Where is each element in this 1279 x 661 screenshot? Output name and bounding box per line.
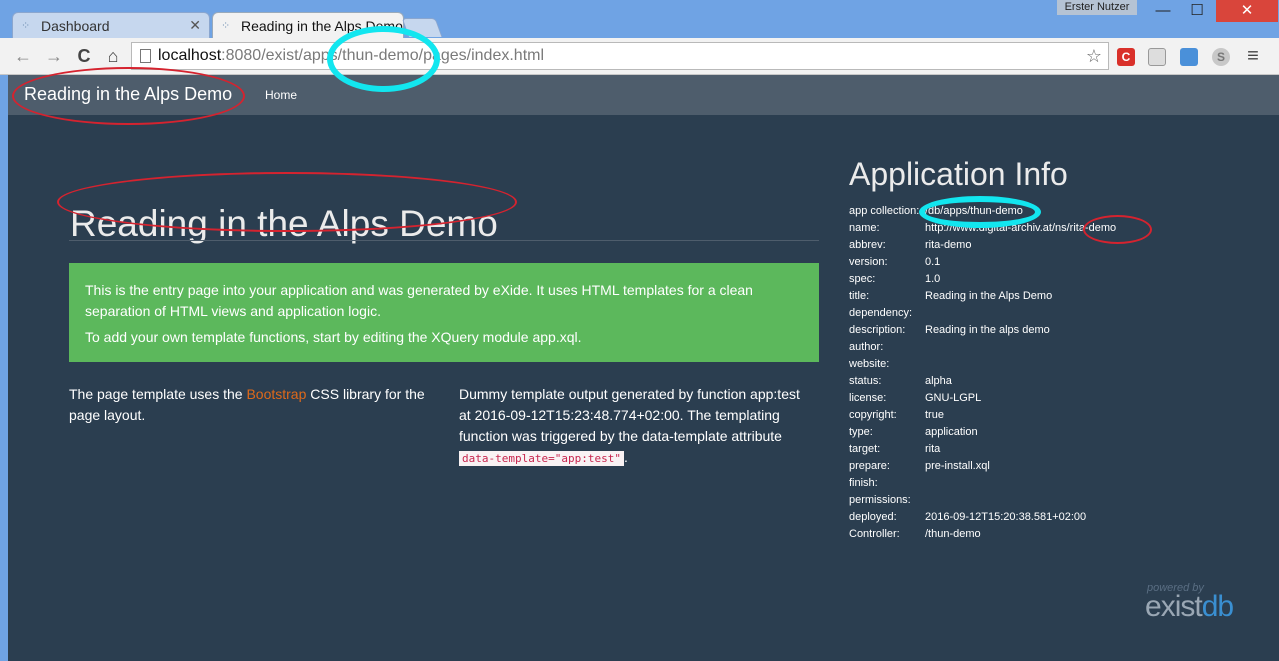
info-key: status: [849,375,882,387]
code-snippet: data-template="app:test" [459,451,624,466]
skype-icon[interactable]: S [1212,48,1230,66]
new-tab-button[interactable] [401,18,443,37]
document-extension-icon[interactable] [1148,48,1166,66]
info-row: version: 0.1 [849,256,1269,273]
info-row: author: [849,341,1269,358]
alert-text: This is the entry page into your applica… [85,282,753,319]
minimize-button[interactable]: — [1146,0,1180,22]
template-info-text: The page template uses the Bootstrap CSS… [69,386,425,423]
info-key: spec: [849,273,876,285]
info-row: license: GNU-LGPL [849,392,1269,409]
address-bar[interactable]: localhost:8080/exist/apps/thun-demo/page… [131,42,1109,70]
info-row: status: alpha [849,375,1269,392]
title-divider [69,240,819,241]
info-title: Application Info [849,156,1068,192]
info-row: title: Reading in the Alps Demo [849,290,1269,307]
info-row: abbrev: rita-demo [849,239,1269,256]
url-text[interactable]: localhost:8080/exist/apps/thun-demo/page… [158,43,544,69]
home-button[interactable]: ⌂ [102,45,124,67]
exist-icon: ⁘ [221,19,231,32]
info-key: abbrev: [849,239,886,251]
info-row: name: http://www.digital-archiv.at/ns/rit… [849,222,1269,239]
info-key: dependency: [849,307,912,319]
info-row: website: [849,358,1269,375]
info-value: Reading in the alps demo [925,324,1050,336]
forward-button[interactable]: → [43,45,65,67]
info-key: version: [849,256,888,268]
extension-c-icon[interactable]: C [1117,48,1135,66]
exist-icon: ⁘ [21,19,31,32]
page-title: Reading in the Alps Demo [70,202,498,244]
info-row: spec: 1.0 [849,273,1269,290]
bookmark-star-icon[interactable]: ☆ [1086,43,1102,69]
info-row: prepare: pre-install.xql [849,460,1269,477]
info-key: license: [849,392,887,404]
info-key: author: [849,341,884,353]
info-key: deployed: [849,511,897,523]
info-value: rita [925,443,941,455]
info-value: 1.0 [925,273,941,285]
info-value: true [925,409,944,421]
dummy-template-output: Dummy template output generated by funct… [459,386,800,466]
info-row: description: Reading in the alps demo [849,324,1269,341]
tab-label: Reading in the Alps Demo [241,17,403,34]
info-value: application [925,426,978,438]
info-value: /db/apps/thun-demo [925,205,1023,217]
browser-toolbar: ← → C ⌂ localhost:8080/exist/apps/thun-d… [0,38,1279,75]
info-key: description: [849,324,906,336]
info-key: app collection: [849,205,920,217]
colorful-extension-icon[interactable] [1180,48,1198,66]
info-key: website: [849,358,890,370]
info-value: rita-demo [925,239,972,251]
info-value: 0.1 [925,256,941,268]
maximize-button[interactable]: ☐ [1180,0,1214,22]
info-row: finish: [849,477,1269,494]
info-value: 2016-09-12T15:20:38.581+02:00 [925,511,1087,523]
info-row: dependency: [849,307,1269,324]
close-window-button[interactable]: ✕ [1216,0,1278,22]
tab-label: Dashboard [41,17,110,34]
info-value: /thun-demo [925,528,981,540]
info-value: http://www.digital-archiv.at/ns/rita-dem… [925,222,1117,234]
info-key: name: [849,222,880,234]
info-key: title: [849,290,870,302]
alert-box: This is the entry page into your applica… [69,263,819,362]
info-key: finish: [849,477,878,489]
info-row: permissions: [849,494,1269,511]
menu-icon[interactable]: ≡ [1242,45,1264,67]
reload-button[interactable]: C [73,45,95,67]
info-row: app collection: /db/apps/thun-demo [849,205,1269,222]
info-value: Reading in the Alps Demo [925,290,1053,302]
tab-dashboard[interactable]: ⁘ Dashboard ✕ [12,12,210,38]
info-row: target: rita [849,443,1269,460]
nav-home-link[interactable]: Home [265,88,297,102]
tab-reading-in-the-alps[interactable]: ⁘ Reading in the Alps Demo [212,12,404,38]
info-row: copyright: true [849,409,1269,426]
user-badge: Erster Nutzer [1057,0,1137,15]
info-row: Controller: /thun-demo [849,528,1269,545]
page-icon [140,49,151,63]
navbar-brand[interactable]: Reading in the Alps Demo [24,84,232,105]
info-key: copyright: [849,409,897,421]
app-navbar: Reading in the Alps Demo Home [8,75,1279,115]
info-key: permissions: [849,494,911,506]
close-icon[interactable]: ✕ [189,17,201,34]
back-button[interactable]: ← [12,45,34,67]
bootstrap-link[interactable]: Bootstrap [246,386,306,402]
info-key: prepare: [849,460,890,472]
info-key: type: [849,426,873,438]
info-row: type: application [849,426,1269,443]
existdb-logo[interactable]: existdb [1145,590,1234,624]
window-border [0,75,8,661]
info-key: Controller: [849,528,900,540]
info-row: deployed: 2016-09-12T15:20:38.581+02:00 [849,511,1269,528]
alert-text: To add your own template functions, star… [85,329,582,345]
info-value: pre-install.xql [925,460,990,472]
info-key: target: [849,443,881,455]
info-value: alpha [925,375,952,387]
window-titlebar: ⁘ Dashboard ✕ ⁘ Reading in the Alps Demo… [0,0,1279,38]
info-list: app collection: /db/apps/thun-demo name: ht… [849,205,1269,545]
info-value: GNU-LGPL [925,392,982,404]
